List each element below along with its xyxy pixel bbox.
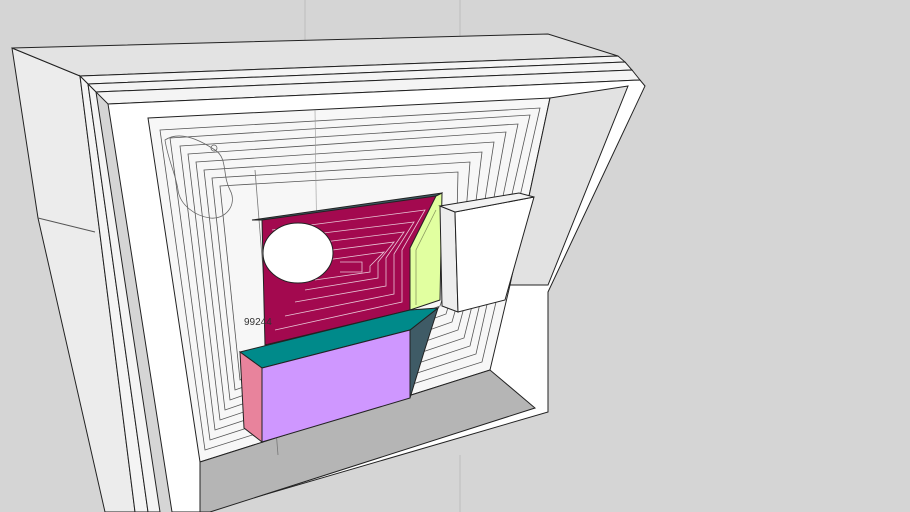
- model-viewport[interactable]: 99244: [0, 0, 910, 512]
- circular-opening[interactable]: [262, 222, 334, 284]
- 3d-scene[interactable]: 99244: [0, 0, 910, 512]
- dimension-label: 99244: [244, 317, 272, 328]
